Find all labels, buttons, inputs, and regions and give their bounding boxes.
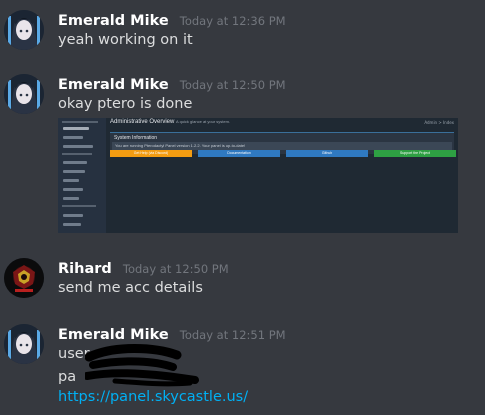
- username[interactable]: Rihard: [58, 261, 112, 277]
- message-header: Emerald Mike Today at 12:51 PM: [58, 324, 286, 343]
- message-text: pa: [58, 369, 77, 385]
- panel-link[interactable]: https://panel.skycastle.us/: [58, 389, 248, 405]
- avatar[interactable]: [4, 324, 44, 364]
- avatar[interactable]: [4, 258, 44, 298]
- message-text: yeah working on it: [58, 32, 193, 48]
- message-text: okay ptero is done: [58, 96, 193, 112]
- panel-subtitle: A quick glance at your system.: [176, 119, 231, 124]
- support-button: Support the Project: [374, 150, 456, 157]
- avatar[interactable]: [4, 10, 44, 50]
- message-text: send me acc details: [58, 280, 203, 296]
- documentation-button: Documentation: [198, 150, 280, 157]
- message-header: Rihard Today at 12:50 PM: [58, 258, 229, 277]
- panel-breadcrumb: Admin > Index: [424, 120, 454, 125]
- anime-character-avatar-icon: [4, 10, 44, 50]
- github-button: Github: [286, 150, 368, 157]
- timestamp: Today at 12:51 PM: [179, 328, 286, 342]
- message-header: Emerald Mike Today at 12:36 PM: [58, 10, 286, 29]
- username[interactable]: Emerald Mike: [58, 327, 169, 343]
- username[interactable]: Emerald Mike: [58, 77, 169, 93]
- username[interactable]: Emerald Mike: [58, 13, 169, 29]
- panel-sidebar: [58, 118, 106, 233]
- dark-emblem-avatar-icon: [4, 258, 44, 298]
- redaction-scribble: [85, 344, 199, 387]
- timestamp: Today at 12:50 PM: [122, 262, 229, 276]
- message-header: Emerald Mike Today at 12:50 PM: [58, 74, 286, 93]
- box-text: You are running Pterodactyl Panel versio…: [115, 143, 246, 148]
- box-title: System Information: [114, 135, 158, 141]
- panel-title: Administrative Overview A quick glance a…: [110, 119, 231, 125]
- avatar[interactable]: [4, 74, 44, 114]
- help-button: Get Help (via Discord): [110, 150, 192, 157]
- anime-character-avatar-icon: [4, 324, 44, 364]
- image-attachment[interactable]: Administrative Overview A quick glance a…: [58, 118, 458, 233]
- anime-character-avatar-icon: [4, 74, 44, 114]
- timestamp: Today at 12:50 PM: [179, 78, 286, 92]
- timestamp: Today at 12:36 PM: [179, 14, 286, 28]
